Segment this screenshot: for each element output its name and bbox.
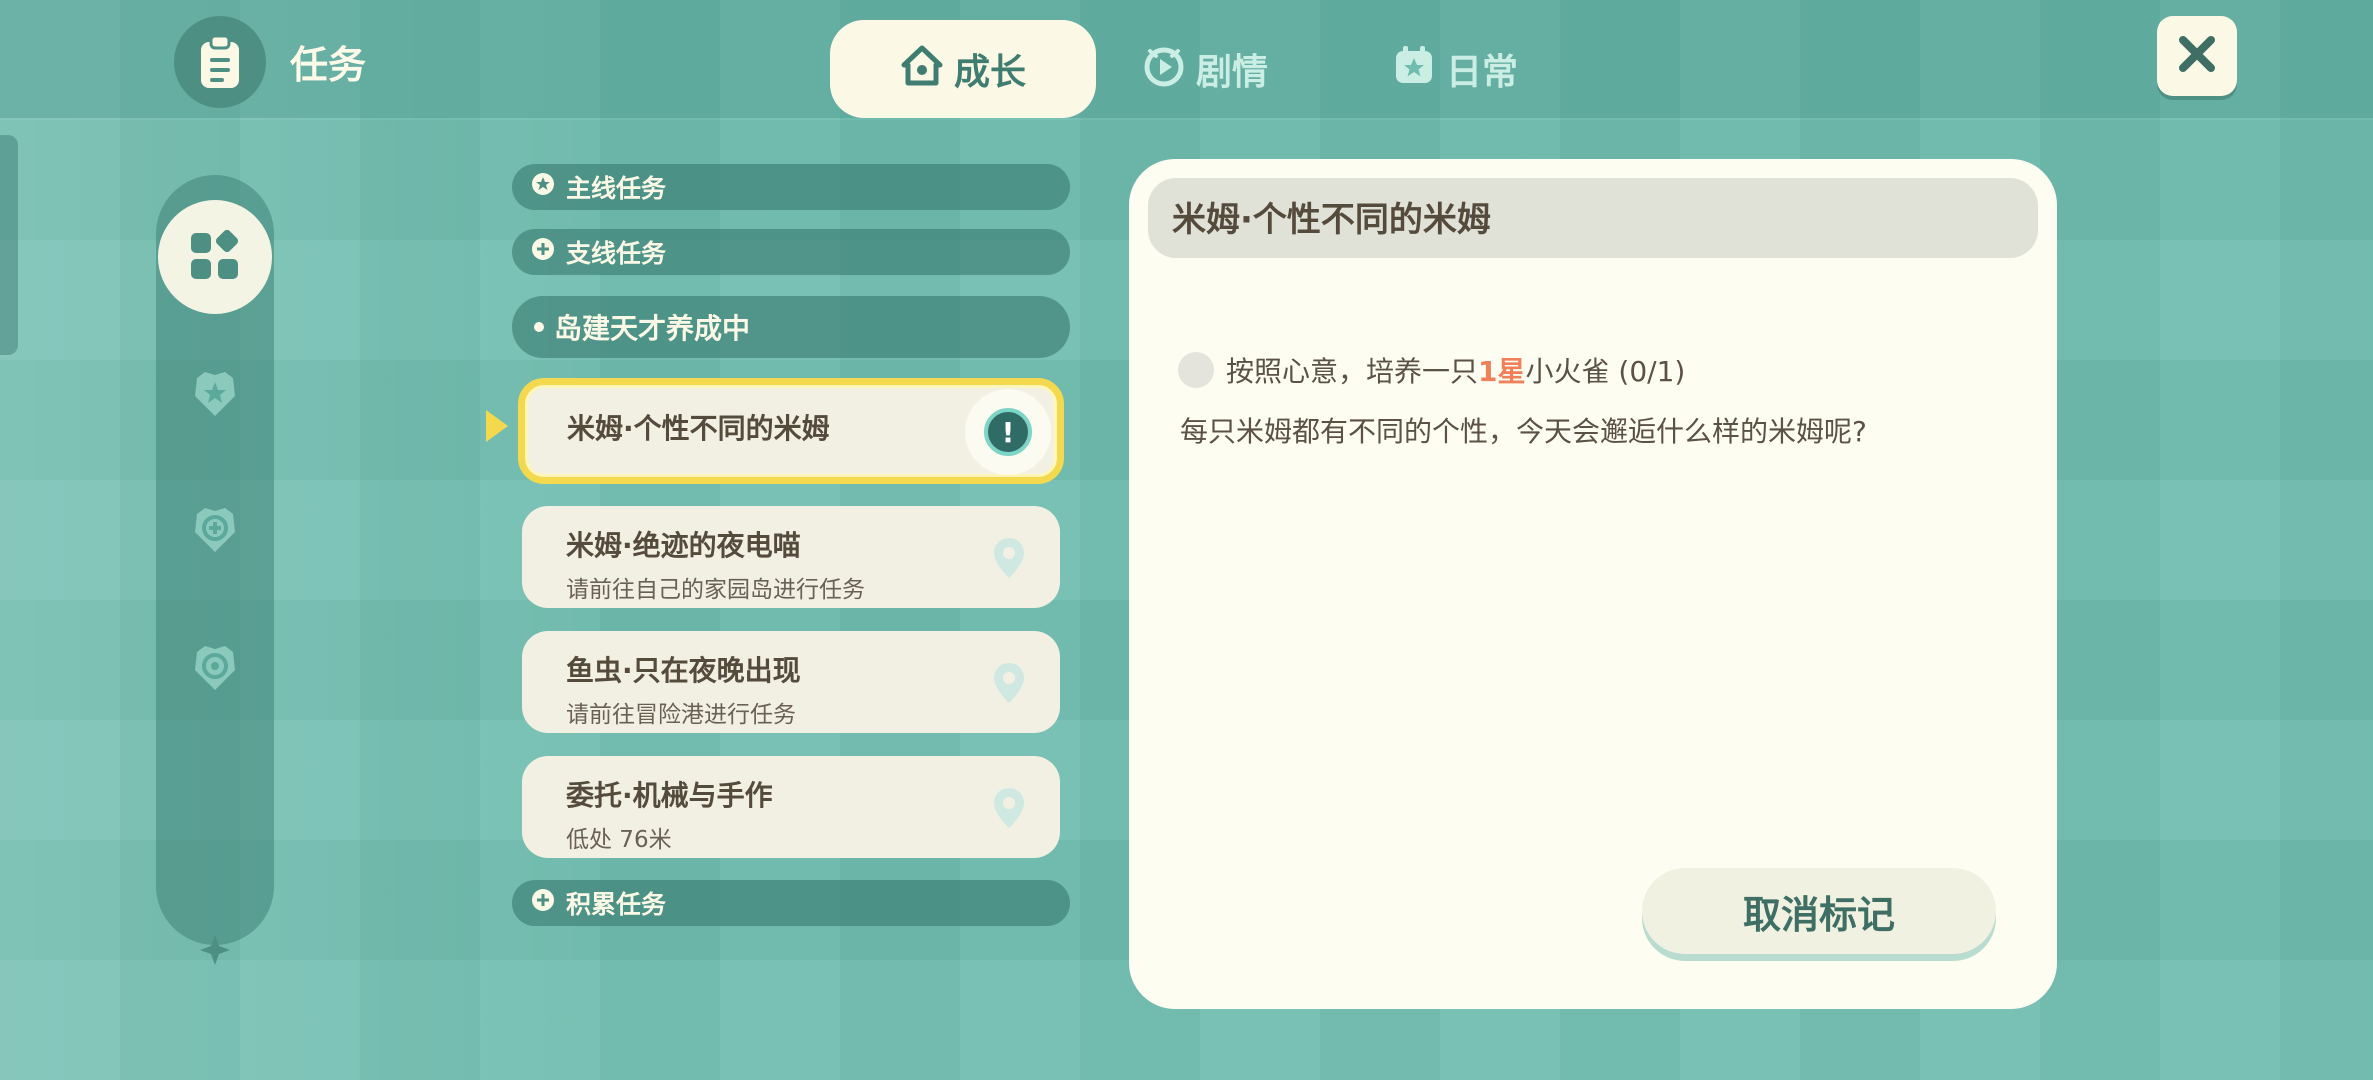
objective-highlight: 1星 — [1478, 355, 1526, 388]
objective-text-prefix: 按照心意，培养一只 — [1226, 355, 1479, 388]
sidebar-item-accum[interactable] — [187, 642, 243, 698]
tab-story-label: 剧情 — [1195, 52, 1268, 93]
quest-location: 低处 76米 — [566, 827, 672, 853]
category-main-label: 主线任务 — [566, 174, 667, 203]
clipboard-icon — [174, 16, 266, 108]
quest-name: 委托·机械与手作 — [566, 779, 773, 812]
map-pin-icon — [992, 536, 1026, 584]
target-badge-icon — [187, 640, 243, 700]
sidebar-item-all[interactable] — [158, 200, 272, 314]
quest-description: 每只米姆都有不同的个性，今天会邂逅什么样的米姆呢? — [1180, 415, 1867, 448]
subgroup-header[interactable]: 岛建天才养成中 — [512, 296, 1070, 358]
quest-detail-title: 米姆·个性不同的米姆 — [1148, 178, 2038, 258]
unmark-button[interactable]: 取消标记 — [1642, 868, 1996, 954]
quest-location: 请前往自己的家园岛进行任务 — [566, 577, 865, 603]
alert-icon: ! — [965, 389, 1051, 475]
tab-daily-label: 日常 — [1445, 52, 1518, 93]
bullet-dot — [534, 322, 544, 332]
left-edge-handle[interactable] — [0, 135, 18, 355]
quest-location: 请前往冒险港进行任务 — [566, 702, 796, 728]
objective-text-suffix: 小火雀 (0/1) — [1525, 355, 1686, 388]
tab-growth[interactable]: 成长 — [830, 20, 1096, 118]
quest-card[interactable]: 鱼虫·只在夜晚出现 请前往冒险港进行任务 — [522, 631, 1060, 733]
tab-growth-label: 成长 — [953, 52, 1026, 93]
quest-card[interactable]: 米姆·绝迹的夜电喵 请前往自己的家园岛进行任务 — [522, 506, 1060, 608]
selection-arrow — [486, 410, 508, 442]
category-main-quests[interactable]: 主线任务 — [512, 164, 1070, 210]
quest-name: 米姆·绝迹的夜电喵 — [566, 529, 801, 562]
tab-daily[interactable]: 日常 — [1380, 20, 1530, 118]
category-accum-quests[interactable]: 积累任务 — [512, 880, 1070, 926]
category-side-quests[interactable]: 支线任务 — [512, 229, 1070, 275]
plus-badge-icon — [187, 502, 243, 562]
page-title: 任务 — [290, 43, 367, 87]
play-icon — [1142, 43, 1186, 96]
subgroup-label: 岛建天才养成中 — [554, 312, 751, 345]
star-badge-icon — [530, 171, 556, 203]
category-side-label: 支线任务 — [566, 239, 667, 268]
plus-badge-icon — [530, 887, 556, 919]
tab-story[interactable]: 剧情 — [1130, 20, 1280, 118]
map-pin-icon — [992, 786, 1026, 834]
sidebar-item-main[interactable] — [187, 368, 243, 424]
close-icon — [2175, 32, 2219, 80]
objective-checkbox — [1178, 352, 1214, 388]
objective-row: 按照心意，培养一只1星小火雀 (0/1) — [1178, 350, 1685, 390]
home-icon — [900, 43, 944, 96]
star-badge-icon — [187, 366, 243, 426]
map-pin-icon — [992, 661, 1026, 709]
quest-name: 鱼虫·只在夜晚出现 — [566, 654, 801, 687]
quest-card-selected[interactable]: 米姆·个性不同的米姆 ! — [518, 378, 1064, 484]
quest-card[interactable]: 委托·机械与手作 低处 76米 — [522, 756, 1060, 858]
sparkle-icon — [200, 935, 230, 965]
category-accum-label: 积累任务 — [566, 890, 667, 919]
close-button[interactable] — [2157, 16, 2237, 96]
sidebar-item-side[interactable] — [187, 504, 243, 560]
grid-icon — [187, 227, 243, 287]
plus-badge-icon — [530, 236, 556, 268]
calendar-star-icon — [1392, 43, 1436, 96]
